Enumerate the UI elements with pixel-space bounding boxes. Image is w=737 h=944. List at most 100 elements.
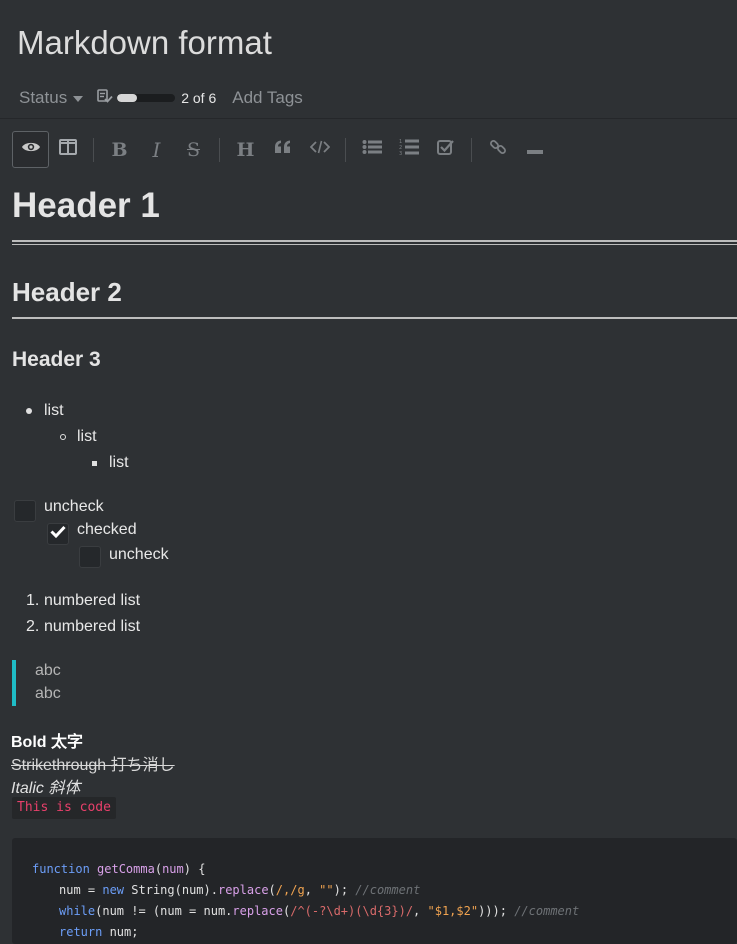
quote-button[interactable] [264, 131, 301, 168]
italic-text: Italic 斜体 [11, 780, 81, 797]
heading-2: Header 2 [12, 277, 122, 307]
task-checkbox-checked[interactable] [47, 523, 69, 545]
code-token: ))); [478, 904, 515, 918]
task-label: uncheck [44, 498, 104, 515]
bullet-circle [60, 434, 66, 440]
link-button[interactable] [479, 131, 516, 168]
progress-count: 2 of 6 [181, 90, 217, 106]
caret-down-icon [73, 96, 84, 102]
blockquote-line: abc [35, 662, 61, 679]
blockquote-bar [12, 660, 16, 706]
list-number: 2. [26, 618, 40, 635]
code-token: , [304, 883, 320, 897]
code-token: String(num). [124, 883, 218, 897]
task-label: checked [77, 521, 137, 538]
code-token: replace [217, 883, 269, 897]
note-title[interactable]: Markdown format [17, 24, 272, 62]
list-number: 1. [26, 592, 40, 609]
list-item: list [77, 428, 97, 445]
code-token: function [32, 862, 90, 876]
toolbar-separator [219, 137, 220, 162]
link-icon [489, 138, 507, 161]
bold-icon: B [111, 138, 128, 161]
task-checkbox-unchecked[interactable] [14, 500, 36, 522]
tasks-icon [97, 88, 113, 109]
list-item: list [44, 402, 64, 419]
status-dropdown[interactable]: Status [19, 88, 84, 108]
code-line: function getComma(num) { [32, 862, 206, 876]
code-token: , [413, 904, 428, 918]
numbered-list-button[interactable]: 123 [390, 131, 427, 168]
code-block: function getComma(num) { num = new Strin… [12, 838, 737, 944]
heading-icon: H [236, 138, 255, 161]
strikethrough-text: Strikethrough 打ち消し [11, 757, 175, 774]
bold-text: Bold 太字 [11, 734, 83, 751]
code-token: "$1,$2" [427, 904, 479, 918]
task-progress: 2 of 6 [97, 88, 216, 109]
code-line: while(num != (num = num.replace(/^(-?\d+… [59, 904, 579, 918]
code-token: num; [102, 925, 139, 939]
toolbar-separator [93, 137, 94, 162]
code-token: /^(-?\d+)(\d{3})/ [290, 904, 414, 918]
code-comment: //comment [514, 904, 580, 918]
code-token: /,/g [275, 883, 305, 897]
italic-button[interactable]: I [138, 131, 175, 168]
code-token: replace [232, 904, 283, 918]
code-token: ) { [183, 862, 206, 876]
header-divider [0, 118, 737, 119]
heading-button[interactable]: H [227, 131, 264, 168]
task-label: uncheck [109, 546, 169, 563]
numbered-list-item: numbered list [44, 618, 141, 635]
code-token: num [162, 862, 184, 876]
code-line: return num; [59, 925, 138, 939]
strikethrough-button[interactable]: S [175, 131, 212, 168]
code-token: ( [268, 883, 276, 897]
status-label: Status [19, 88, 68, 107]
task-checkbox-unchecked[interactable] [79, 546, 101, 568]
eye-icon [21, 140, 41, 159]
quote-icon [274, 140, 292, 159]
toolbar-separator [345, 137, 346, 162]
blockquote-line: abc [35, 685, 61, 702]
preview-button[interactable] [12, 131, 49, 168]
code-token: new [102, 883, 125, 897]
code-token: return [59, 925, 103, 939]
code-line: num = new String(num).replace(/,/g, "");… [59, 883, 420, 897]
list-item: list [109, 454, 129, 471]
code-token: getComma [97, 862, 155, 876]
heading-2-rule [12, 317, 737, 319]
bullet-square [92, 461, 97, 466]
svg-text:3: 3 [399, 151, 402, 156]
progress-fill [117, 94, 137, 102]
code-button[interactable] [301, 131, 338, 168]
code-token: while [59, 904, 96, 918]
minus-icon [526, 141, 543, 159]
code-comment: //comment [355, 883, 421, 897]
code-icon [309, 140, 330, 159]
progress-bar [117, 94, 176, 102]
note-meta-bar: Status 2 of 6 Add Tags [19, 86, 303, 110]
bulleted-list-button[interactable] [353, 131, 390, 168]
strikethrough-icon: S [186, 138, 201, 161]
code-token: (num != (num = num. [95, 904, 233, 918]
list-ul-icon [362, 139, 382, 160]
checkmark-icon [50, 525, 66, 543]
split-view-button[interactable] [49, 131, 86, 168]
heading-1-rule [12, 240, 737, 245]
heading-3: Header 3 [12, 348, 101, 371]
list-ol-icon: 123 [399, 138, 419, 161]
code-token: ); [333, 883, 356, 897]
code-token: num = [59, 883, 103, 897]
editor-toolbar: B I S H 123 [12, 131, 553, 168]
checklist-button[interactable] [427, 131, 464, 168]
heading-1: Header 1 [12, 186, 160, 225]
toolbar-separator [471, 137, 472, 162]
italic-icon: I [152, 137, 161, 162]
bold-button[interactable]: B [101, 131, 138, 168]
columns-icon [58, 139, 77, 160]
bullet-disc [26, 408, 32, 414]
add-tags-button[interactable]: Add Tags [232, 88, 303, 108]
numbered-list-item: numbered list [44, 592, 141, 609]
inline-code: This is code [12, 797, 116, 819]
horizontal-rule-button[interactable] [516, 131, 553, 168]
